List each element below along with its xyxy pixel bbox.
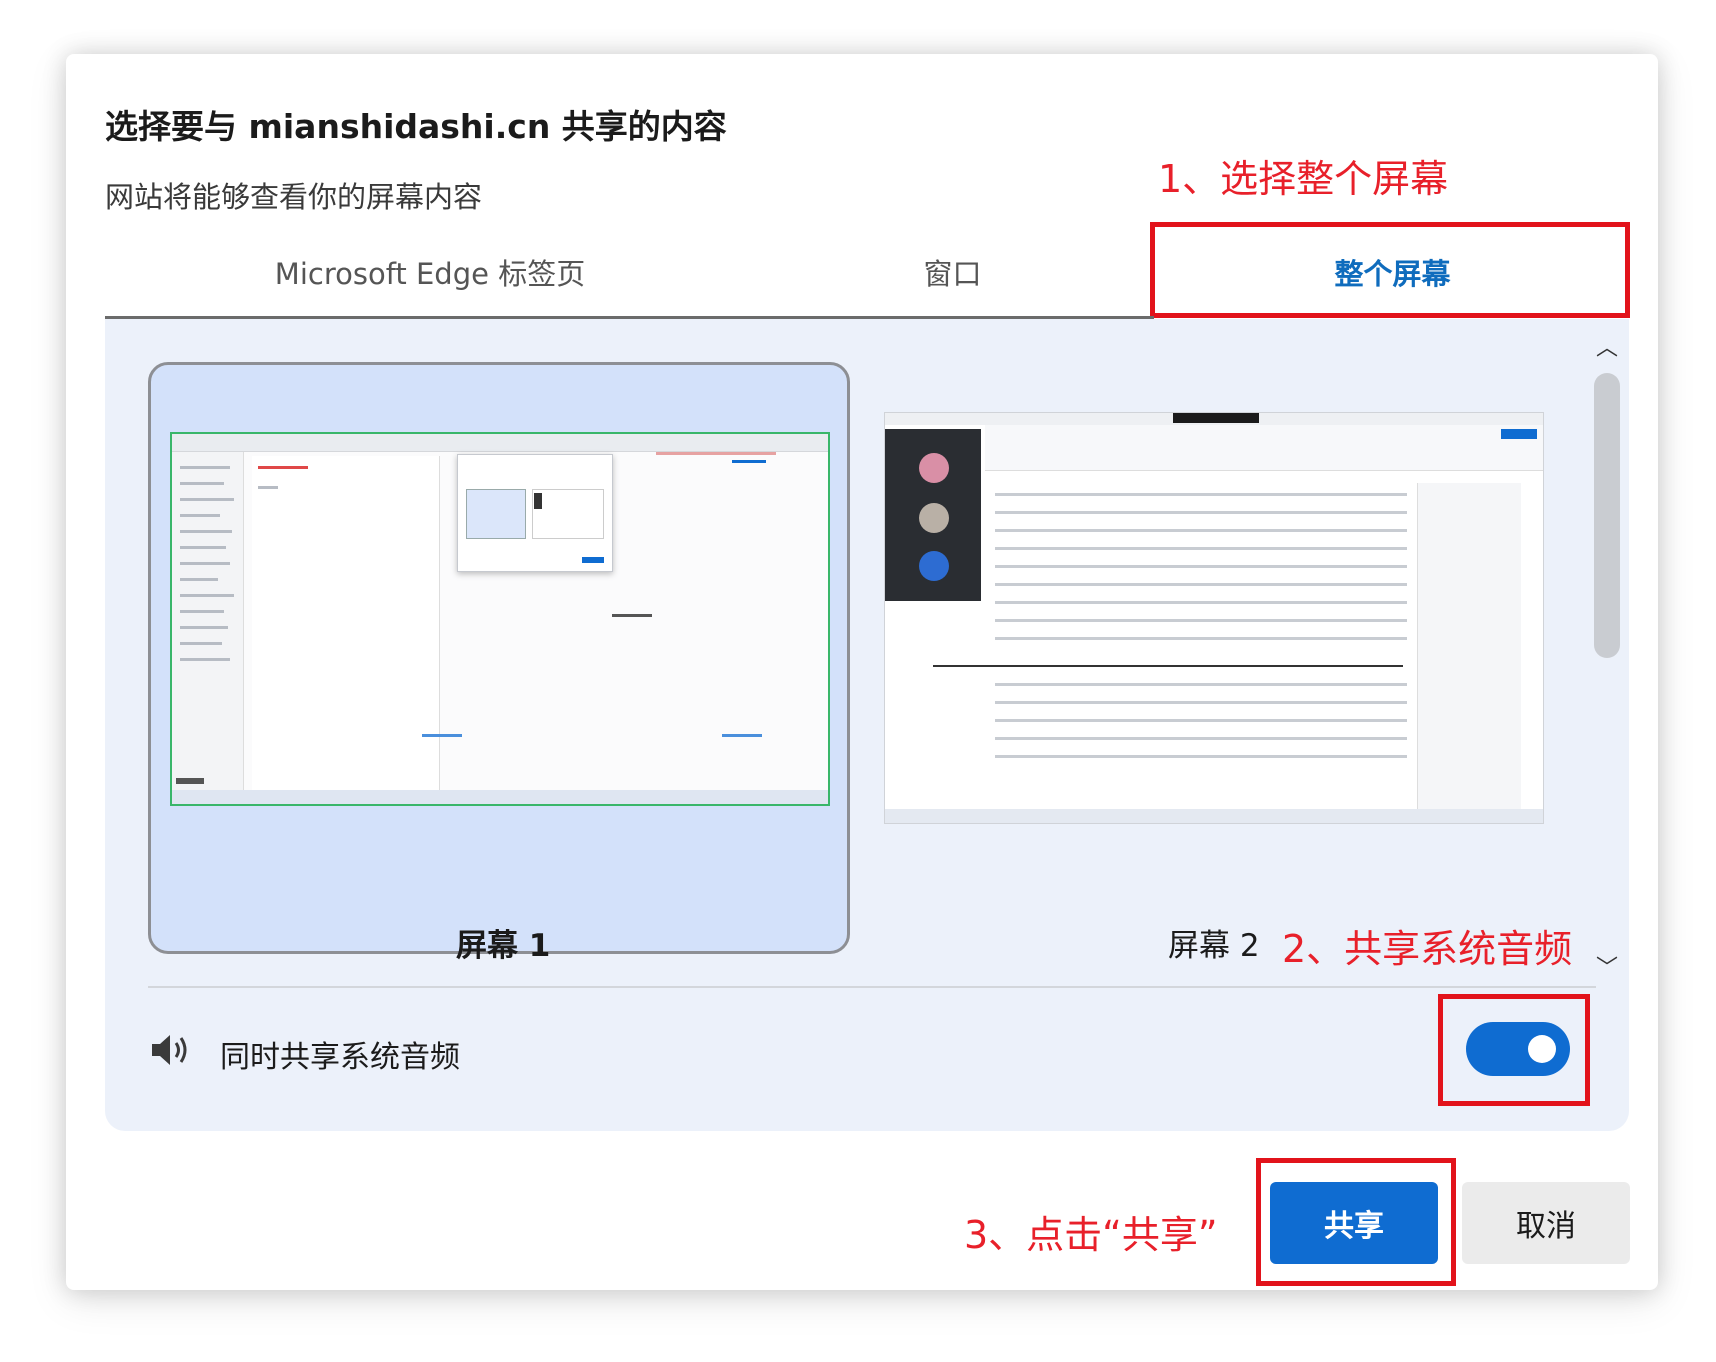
tab-bar: Microsoft Edge 标签页 窗口 整个屏幕 xyxy=(105,226,1629,318)
speaker-icon xyxy=(152,1035,187,1065)
cancel-button[interactable]: 取消 xyxy=(1462,1182,1630,1264)
screen-2-label: 屏幕 2 xyxy=(1168,928,1260,964)
screen-2-thumbnail xyxy=(884,412,1544,824)
tab-window[interactable]: 窗口 xyxy=(755,226,1150,318)
scroll-up-icon[interactable]: ︿ xyxy=(1596,330,1618,362)
screen-1-label: 屏幕 1 xyxy=(456,928,551,964)
scrollbar-thumb[interactable] xyxy=(1594,373,1620,658)
toggle-knob xyxy=(1528,1035,1556,1063)
screen-1-thumbnail xyxy=(170,432,830,806)
tab-edge-tabs[interactable]: Microsoft Edge 标签页 xyxy=(105,226,755,318)
tab-entire-screen[interactable]: 整个屏幕 xyxy=(1160,226,1625,318)
share-audio-toggle[interactable] xyxy=(1466,1022,1570,1076)
share-button[interactable]: 共享 xyxy=(1270,1182,1438,1264)
annotation-step3: 3、点击“共享” xyxy=(964,1213,1218,1257)
annotation-step2: 2、共享系统音频 xyxy=(1282,927,1573,971)
dialog-title: 选择要与 mianshidashi.cn 共享的内容 xyxy=(105,107,727,146)
scroll-down-icon[interactable]: ﹀ xyxy=(1596,950,1618,982)
dialog-subtitle: 网站将能够查看你的屏幕内容 xyxy=(105,180,483,214)
annotation-step1: 1、选择整个屏幕 xyxy=(1158,157,1449,201)
share-audio-label: 同时共享系统音频 xyxy=(220,1040,460,1075)
panel-divider xyxy=(148,986,1596,988)
